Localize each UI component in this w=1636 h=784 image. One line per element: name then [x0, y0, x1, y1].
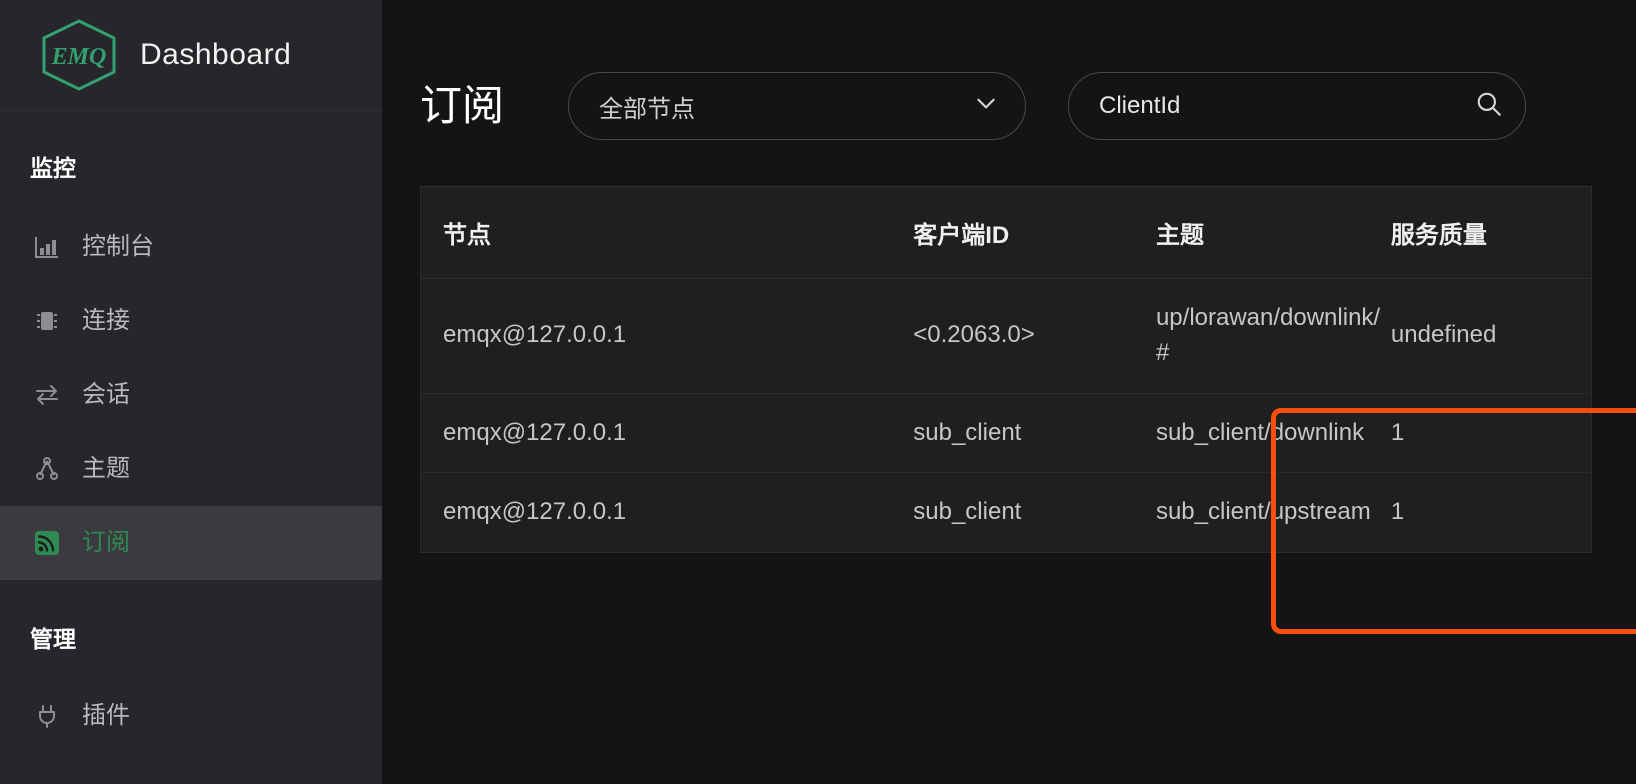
exchange-icon: [32, 380, 62, 410]
sidebar-item-label: 订阅: [82, 531, 130, 555]
column-header-topic[interactable]: 主题: [1156, 187, 1385, 279]
page-toolbar: 订阅 全部节点: [382, 0, 1636, 156]
cell-node: emqx@127.0.0.1: [421, 279, 913, 394]
sidebar-item-label: 插件: [82, 704, 130, 728]
brand-header[interactable]: EMQ Dashboard: [0, 0, 382, 111]
sidebar-item-plugins[interactable]: 插件: [0, 679, 382, 753]
chip-icon: [32, 306, 62, 336]
sitemap-icon: [32, 454, 62, 484]
cell-topic: sub_client/downlink: [1156, 393, 1385, 473]
subscriptions-table-card: 节点 客户端ID 主题 服务质量 emqx@127.0.0.1 <0.2063.…: [420, 186, 1592, 553]
cell-topic: sub_client/upstream: [1156, 473, 1385, 552]
node-filter-select[interactable]: 全部节点: [568, 72, 1026, 140]
chevron-down-icon: [973, 90, 999, 123]
table-body: emqx@127.0.0.1 <0.2063.0> up/lorawan/dow…: [421, 279, 1591, 553]
client-id-search-box[interactable]: [1068, 72, 1526, 140]
search-icon[interactable]: [1475, 90, 1503, 123]
sidebar-item-subscriptions[interactable]: 订阅: [0, 506, 382, 580]
subscriptions-table: 节点 客户端ID 主题 服务质量 emqx@127.0.0.1 <0.2063.…: [421, 187, 1591, 552]
sidebar-item-console[interactable]: 控制台: [0, 210, 382, 284]
cell-client-id: sub_client: [913, 393, 1156, 473]
plug-icon: [32, 701, 62, 731]
sidebar-item-connections[interactable]: 连接: [0, 284, 382, 358]
sidebar-item-label: 会话: [82, 383, 130, 407]
table-row[interactable]: emqx@127.0.0.1 sub_client sub_client/ups…: [421, 473, 1591, 552]
cell-topic: up/lorawan/downlink/#: [1156, 279, 1385, 394]
page-title: 订阅: [420, 85, 504, 127]
emq-logo-icon: EMQ: [36, 17, 122, 93]
sidebar-item-label: 控制台: [82, 235, 154, 259]
sidebar-item-label: 连接: [82, 309, 130, 333]
cell-qos: 1: [1385, 393, 1591, 473]
table-row[interactable]: emqx@127.0.0.1 sub_client sub_client/dow…: [421, 393, 1591, 473]
column-header-client-id[interactable]: 客户端ID: [913, 187, 1156, 279]
sidebar: EMQ Dashboard 监控 控制台: [0, 0, 382, 784]
table-header: 节点 客户端ID 主题 服务质量: [421, 187, 1591, 279]
sidebar-section-management: 管理: [0, 628, 382, 651]
column-header-qos[interactable]: 服务质量: [1385, 187, 1591, 279]
sidebar-item-sessions[interactable]: 会话: [0, 358, 382, 432]
table-header-row: 节点 客户端ID 主题 服务质量: [421, 187, 1591, 279]
cell-node: emqx@127.0.0.1: [421, 473, 913, 552]
cell-node: emqx@127.0.0.1: [421, 393, 913, 473]
sidebar-item-topics[interactable]: 主题: [0, 432, 382, 506]
cell-client-id: <0.2063.0>: [913, 279, 1156, 394]
table-row[interactable]: emqx@127.0.0.1 <0.2063.0> up/lorawan/dow…: [421, 279, 1591, 394]
rss-icon: [32, 528, 62, 558]
brand-title: Dashboard: [140, 38, 291, 72]
bar-chart-icon: [32, 232, 62, 262]
cell-qos: 1: [1385, 473, 1591, 552]
cell-qos: undefined: [1385, 279, 1591, 394]
svg-text:EMQ: EMQ: [51, 44, 107, 70]
sidebar-item-label: 主题: [82, 457, 130, 481]
search-input[interactable]: [1099, 92, 1475, 120]
main-content: 订阅 全部节点: [382, 0, 1636, 784]
cell-client-id: sub_client: [913, 473, 1156, 552]
node-filter-value: 全部节点: [599, 89, 973, 124]
sidebar-section-monitor: 监控: [0, 157, 382, 180]
app-root: EMQ Dashboard 监控 控制台: [0, 0, 1636, 784]
column-header-node[interactable]: 节点: [421, 187, 913, 279]
